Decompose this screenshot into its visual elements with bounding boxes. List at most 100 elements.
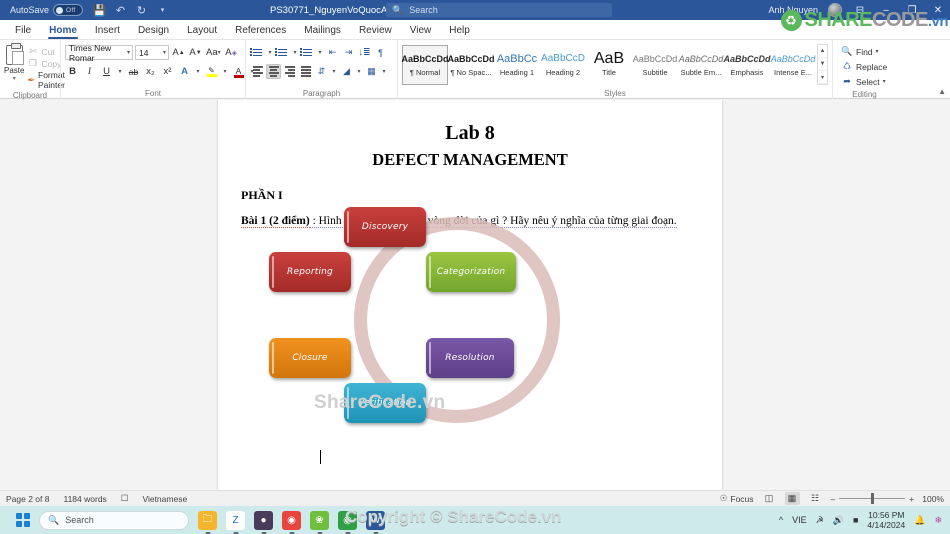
save-icon[interactable]: 💾 — [93, 4, 107, 17]
proofing-errors-icon[interactable]: ☐ — [121, 493, 129, 504]
text-effects-button[interactable]: A — [177, 64, 192, 79]
file-explorer-icon[interactable]: 🗀 — [198, 510, 217, 530]
read-mode-icon[interactable]: ◫ — [762, 492, 777, 505]
style-item-emphasis[interactable]: AaBbCcDd Emphasis — [724, 45, 771, 85]
customize-quick-access-icon[interactable]: ▾ — [156, 4, 169, 17]
collapse-ribbon-icon[interactable]: ▲ — [938, 87, 946, 96]
tab-design[interactable]: Design — [129, 23, 178, 39]
bold-button[interactable]: B — [65, 64, 80, 79]
zoom-out-button[interactable]: – — [831, 494, 836, 504]
shading-chevron-down-icon[interactable]: ▾ — [355, 64, 363, 79]
change-case-button[interactable]: Aa ▾ — [205, 45, 222, 60]
strikethrough-button[interactable]: ab — [126, 64, 141, 79]
style-item-heading-2[interactable]: AaBbCcD Heading 2 — [540, 45, 586, 85]
text-highlight-color-button[interactable]: ✎ — [204, 64, 219, 79]
show-formatting-marks-icon[interactable]: ¶ — [373, 45, 388, 60]
style-item-normal[interactable]: AaBbCcDd ¶ Normal — [402, 45, 449, 85]
shading-icon[interactable]: ◢ — [339, 64, 354, 79]
styles-more-icon[interactable]: ▾ — [818, 71, 827, 84]
tab-file[interactable]: File — [6, 23, 40, 39]
text-effects-chevron-down-icon[interactable]: ▾ — [194, 64, 202, 79]
diagram-node-closure[interactable]: Closure — [269, 338, 351, 378]
language-indicator[interactable]: VIE — [792, 515, 807, 525]
font-size-input[interactable]: 14 ▾ — [135, 45, 169, 60]
align-center-icon[interactable] — [266, 64, 281, 79]
multilevel-chevron-down-icon[interactable]: ▾ — [316, 45, 324, 60]
document-page[interactable]: Lab 8 DEFECT MANAGEMENT PHẦN I Bài 1 (2 … — [218, 100, 722, 490]
brave-browser-icon[interactable]: ● — [254, 510, 273, 530]
font-name-input[interactable]: Times New Romar ▾ — [65, 43, 133, 63]
search-box[interactable]: 🔍 Search — [386, 3, 612, 17]
underline-chevron-down-icon[interactable]: ▾ — [116, 64, 124, 79]
wifi-icon[interactable]: ☭ — [816, 515, 824, 526]
font-color-button[interactable]: A — [231, 64, 246, 79]
web-layout-icon[interactable]: ☷ — [808, 492, 823, 505]
tab-references[interactable]: References — [226, 23, 295, 39]
numbering-chevron-down-icon[interactable]: ▾ — [291, 45, 299, 60]
bullet-list-icon[interactable] — [249, 45, 265, 60]
print-layout-icon[interactable]: ▦ — [784, 492, 800, 505]
increase-indent-icon[interactable]: ⇥ — [341, 45, 356, 60]
numbered-list-icon[interactable] — [274, 45, 290, 60]
paste-dropdown-chevron-icon[interactable]: ▾ — [13, 75, 16, 82]
style-item-subtle-em[interactable]: AaBbCcDd Subtle Em... — [678, 45, 724, 85]
taskbar-search-input[interactable]: 🔍 Search — [39, 510, 189, 530]
replace-button[interactable]: ♺ Replace — [841, 59, 887, 74]
unikey-icon[interactable]: ❀ — [310, 510, 329, 530]
styles-scroll-up-icon[interactable]: ▲ — [818, 45, 827, 58]
line-spacing-chevron-down-icon[interactable]: ▾ — [330, 64, 338, 79]
windows-start-icon[interactable] — [16, 513, 30, 527]
autosave-control[interactable]: AutoSave Off — [10, 4, 84, 16]
select-button[interactable]: ➦ Select ▾ — [841, 74, 885, 89]
zoom-track[interactable] — [839, 493, 906, 504]
superscript-button[interactable]: x² — [160, 64, 175, 79]
borders-icon[interactable]: ▦ — [364, 64, 379, 79]
line-spacing-icon[interactable]: ⇵ — [314, 64, 329, 79]
redo-icon[interactable]: ↻ — [135, 4, 148, 17]
multilevel-list-icon[interactable] — [299, 45, 315, 60]
style-item-no-spac[interactable]: AaBbCcDd ¶ No Spac... — [448, 45, 495, 85]
zoom-thumb[interactable] — [871, 493, 875, 504]
styles-scroll-down-icon[interactable]: ▼ — [818, 58, 827, 71]
app-tray-icon[interactable]: ❄ — [934, 515, 942, 526]
notification-bell-icon[interactable]: 🔔 — [914, 515, 925, 526]
style-item-heading-1[interactable]: AaBbCc Heading 1 — [494, 45, 540, 85]
diagram-node-resolution[interactable]: Resolution — [426, 338, 514, 378]
justify-icon[interactable] — [298, 64, 313, 79]
style-item-title[interactable]: AaB Title — [586, 45, 632, 85]
decrease-indent-icon[interactable]: ⇤ — [325, 45, 340, 60]
tab-view[interactable]: View — [401, 23, 441, 39]
tab-mailings[interactable]: Mailings — [295, 23, 350, 39]
word-count[interactable]: 1184 words — [63, 494, 106, 504]
volume-icon[interactable]: 🔊 — [833, 515, 844, 526]
battery-icon[interactable]: ■ — [853, 515, 858, 525]
page-indicator[interactable]: Page 2 of 8 — [6, 494, 49, 504]
tab-layout[interactable]: Layout — [178, 23, 226, 39]
find-button[interactable]: 🔍 Find ▾ — [841, 44, 879, 59]
font-size-chevron-down-icon[interactable]: ▾ — [163, 49, 166, 56]
shrink-font-button[interactable]: A ▼ — [188, 45, 203, 60]
focus-mode-button[interactable]: ☉ Focus — [720, 493, 754, 504]
zoom-in-button[interactable]: + — [909, 494, 914, 504]
find-chevron-down-icon[interactable]: ▾ — [876, 48, 879, 55]
sort-icon[interactable]: ↓≣ — [357, 45, 372, 60]
chrome-icon[interactable]: ◉ — [282, 510, 301, 530]
tab-home[interactable]: Home — [40, 23, 86, 39]
font-name-chevron-down-icon[interactable]: ▾ — [127, 49, 130, 56]
style-item-subtitle[interactable]: AaBbCcDd Subtitle — [632, 45, 678, 85]
highlight-chevron-down-icon[interactable]: ▾ — [221, 64, 229, 79]
grow-font-button[interactable]: A ▲ — [171, 45, 186, 60]
tab-review[interactable]: Review — [350, 23, 401, 39]
clock[interactable]: 10:56 PM 4/14/2024 — [867, 510, 905, 530]
diagram-node-categorization[interactable]: Categorization — [426, 252, 516, 292]
italic-button[interactable]: I — [82, 64, 97, 79]
style-item-intense-e[interactable]: AaBbCcDd Intense E... — [770, 45, 816, 85]
diagram-node-reporting[interactable]: Reporting — [269, 252, 351, 292]
underline-button[interactable]: U — [99, 64, 114, 79]
align-right-icon[interactable] — [282, 64, 297, 79]
bullets-chevron-down-icon[interactable]: ▾ — [266, 45, 274, 60]
zalo-icon[interactable]: Z — [226, 510, 245, 530]
clear-formatting-button[interactable]: A ◈ — [224, 45, 239, 60]
tray-chevron-up-icon[interactable]: ^ — [779, 515, 783, 525]
undo-icon[interactable]: ↶ — [114, 4, 127, 17]
